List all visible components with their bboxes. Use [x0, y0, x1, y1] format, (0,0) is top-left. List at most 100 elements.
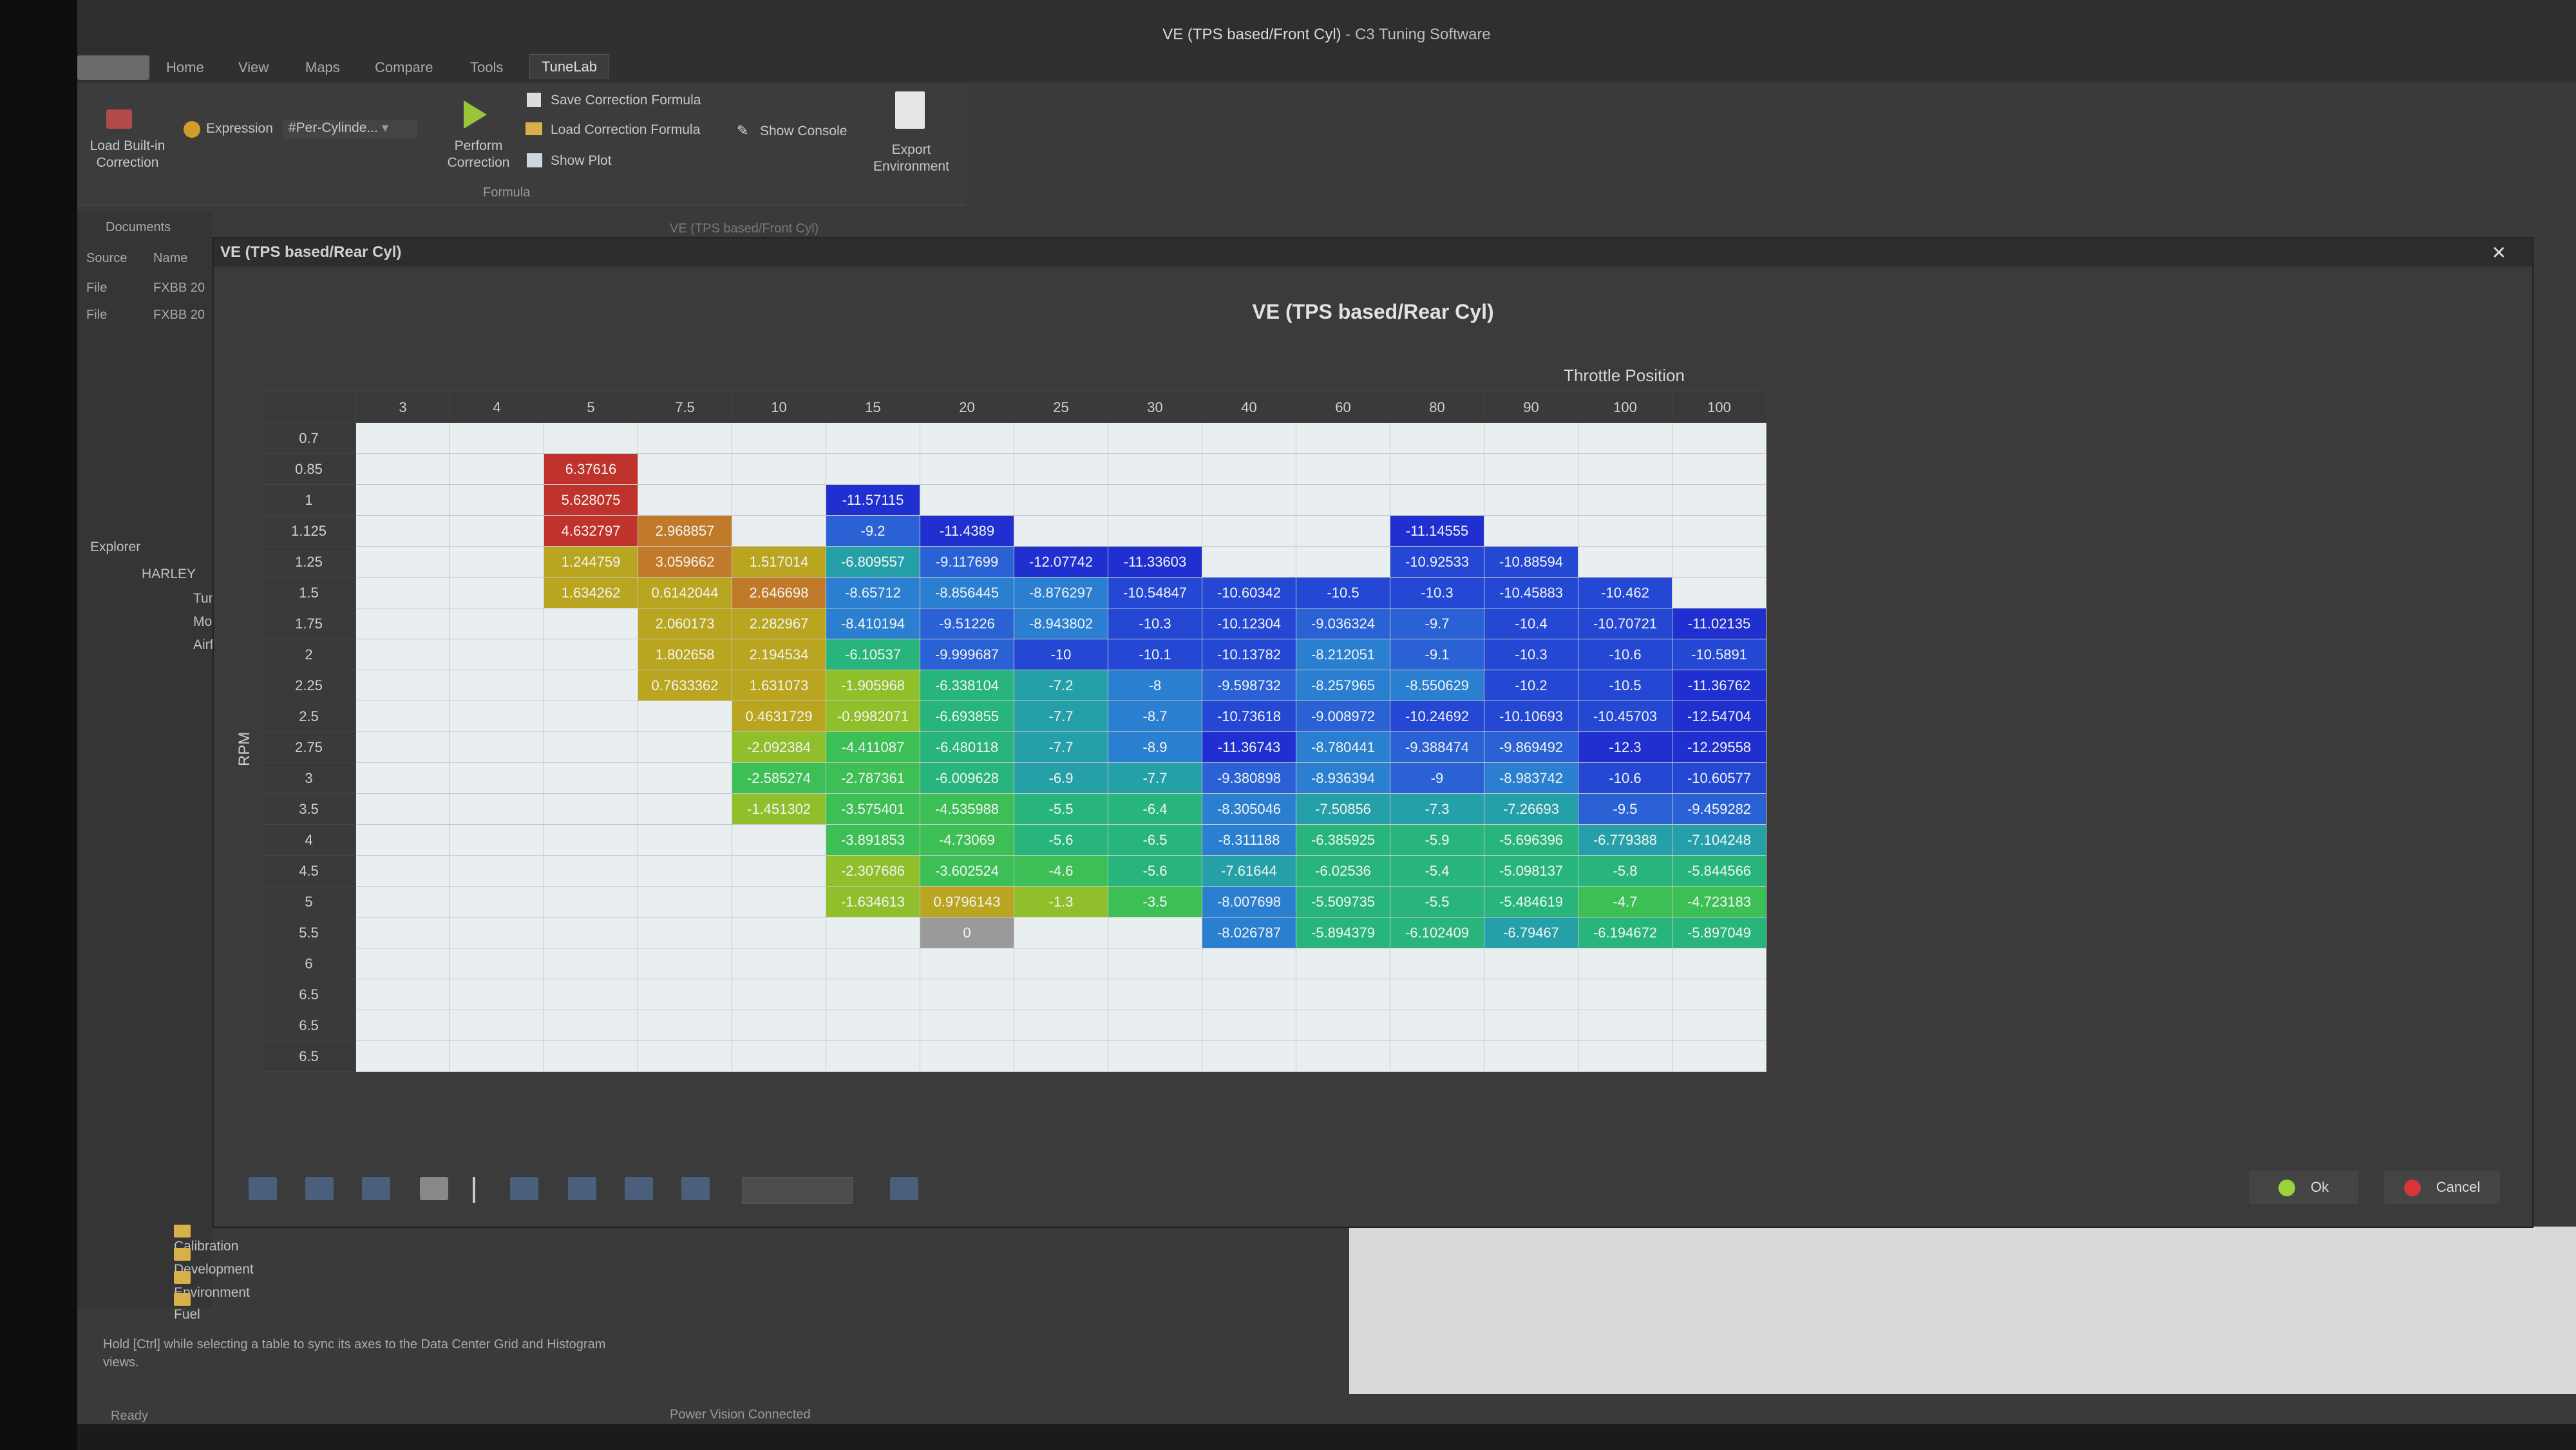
grid-cell[interactable]: -8.983742 — [1484, 762, 1578, 794]
grid-cell[interactable]: -12.3 — [1578, 731, 1672, 763]
grid-cell[interactable]: -4.6 — [1014, 855, 1108, 887]
grid-cell[interactable]: 5.628075 — [544, 484, 638, 516]
perform-correction-button[interactable]: Perform Correction — [430, 138, 527, 171]
grid-cell[interactable]: -6.338104 — [920, 670, 1014, 701]
row-header[interactable]: 0.85 — [261, 453, 356, 485]
grid-cell[interactable] — [1672, 1010, 1766, 1041]
grid-cell[interactable] — [638, 453, 732, 485]
menu-tab-compare[interactable]: Compare — [375, 59, 433, 76]
grid-cell[interactable]: -9.117699 — [920, 546, 1014, 578]
grid-cell[interactable]: -3.602524 — [920, 855, 1014, 887]
grid-cell[interactable]: -8.410194 — [826, 608, 920, 639]
grid-cell[interactable]: -10.54847 — [1108, 577, 1202, 608]
grid-cell[interactable] — [1296, 1040, 1390, 1072]
row-header[interactable]: 1 — [261, 484, 356, 516]
grid-cell[interactable]: 1.631073 — [732, 670, 826, 701]
row-header[interactable]: 6 — [261, 948, 356, 979]
column-header-name[interactable]: Name — [153, 251, 187, 266]
ve-grid[interactable]: 3 4 5 7.5 10 15 20 25 30 40 60 80 90 100 100 0.7 0.85 6.… — [261, 391, 1766, 1072]
grid-cell[interactable]: -6.480118 — [920, 731, 1014, 763]
grid-cell[interactable] — [450, 484, 544, 516]
grid-cell[interactable]: -10.2 — [1484, 670, 1578, 701]
grid-cell[interactable]: -8.212051 — [1296, 639, 1390, 670]
grid-cell[interactable]: -10.60342 — [1202, 577, 1296, 608]
grid-cell[interactable] — [1202, 484, 1296, 516]
grid-cell[interactable]: -10.5 — [1296, 577, 1390, 608]
grid-cell[interactable] — [1296, 948, 1390, 979]
grid-cell[interactable] — [826, 979, 920, 1010]
grid-cell[interactable] — [826, 917, 920, 948]
grid-cell[interactable]: 0 — [920, 917, 1014, 948]
grid-cell[interactable]: -10.70721 — [1578, 608, 1672, 639]
grid-cell[interactable] — [732, 484, 826, 516]
grid-cell[interactable] — [638, 917, 732, 948]
grid-cell[interactable] — [732, 948, 826, 979]
grid-cell[interactable]: -1.905968 — [826, 670, 920, 701]
save-correction-formula-button[interactable]: Save Correction Formula — [551, 93, 701, 108]
grid-cell[interactable]: -9.598732 — [1202, 670, 1296, 701]
row-header[interactable]: 1.5 — [261, 577, 356, 608]
menu-tab-maps[interactable]: Maps — [305, 59, 340, 76]
column-header[interactable]: 80 — [1390, 391, 1484, 423]
grid-cell[interactable] — [1484, 453, 1578, 485]
grid-cell[interactable]: -11.57115 — [826, 484, 920, 516]
grid-cell[interactable] — [638, 731, 732, 763]
grid-cell[interactable]: -6.9 — [1014, 762, 1108, 794]
grid-cell[interactable]: -8.257965 — [1296, 670, 1390, 701]
multiply-icon[interactable] — [625, 1177, 653, 1200]
row-header[interactable]: 2.25 — [261, 670, 356, 701]
grid-cell[interactable]: -6.102409 — [1390, 917, 1484, 948]
grid-cell[interactable] — [1108, 453, 1202, 485]
grid-cell[interactable]: -7.2 — [1014, 670, 1108, 701]
grid-cell[interactable]: -11.36743 — [1202, 731, 1296, 763]
grid-cell[interactable]: -10.3 — [1108, 608, 1202, 639]
grid-cell[interactable] — [638, 886, 732, 918]
row-header[interactable]: 4.5 — [261, 855, 356, 887]
grid-cell[interactable]: -8.007698 — [1202, 886, 1296, 918]
application-menu-button[interactable] — [77, 55, 149, 80]
paste-icon[interactable] — [362, 1177, 390, 1200]
column-header[interactable]: 4 — [450, 391, 544, 423]
grid-cell[interactable] — [1108, 484, 1202, 516]
grid-cell[interactable] — [826, 1040, 920, 1072]
grid-cell[interactable] — [355, 731, 450, 763]
grid-cell[interactable] — [1390, 979, 1484, 1010]
grid-cell[interactable] — [1202, 453, 1296, 485]
grid-cell[interactable]: -3.891853 — [826, 824, 920, 856]
grid-cell[interactable] — [732, 917, 826, 948]
grid-cell[interactable] — [355, 670, 450, 701]
column-header[interactable]: 90 — [1484, 391, 1578, 423]
grid-cell[interactable] — [1014, 917, 1108, 948]
grid-cell[interactable] — [450, 515, 544, 547]
row-header[interactable]: 6.5 — [261, 979, 356, 1010]
grid-cell[interactable]: -11.36762 — [1672, 670, 1766, 701]
minimize-icon[interactable] — [249, 1177, 277, 1200]
grid-cell[interactable] — [544, 855, 638, 887]
grid-cell[interactable]: -10.1 — [1108, 639, 1202, 670]
grid-cell[interactable] — [732, 886, 826, 918]
row-header[interactable]: 1.75 — [261, 608, 356, 639]
grid-cell[interactable] — [450, 639, 544, 670]
grid-cell[interactable]: -10.13782 — [1202, 639, 1296, 670]
grid-cell[interactable] — [1202, 422, 1296, 454]
grid-cell[interactable] — [638, 701, 732, 732]
column-header[interactable]: 100 — [1672, 391, 1766, 423]
grid-cell[interactable] — [544, 1010, 638, 1041]
grid-cell[interactable]: 0.7633362 — [638, 670, 732, 701]
grid-cell[interactable]: -6.10537 — [826, 639, 920, 670]
grid-cell[interactable] — [1108, 1010, 1202, 1041]
divide-icon[interactable] — [681, 1177, 710, 1200]
grid-cell[interactable]: 1.517014 — [732, 546, 826, 578]
grid-cell[interactable]: 6.37616 — [544, 453, 638, 485]
grid-cell[interactable] — [1390, 453, 1484, 485]
grid-cell[interactable] — [826, 1010, 920, 1041]
row-header[interactable]: 1.125 — [261, 515, 356, 547]
grid-cell[interactable] — [1578, 948, 1672, 979]
grid-cell[interactable]: -2.092384 — [732, 731, 826, 763]
row-header[interactable]: 2 — [261, 639, 356, 670]
grid-cell[interactable]: -9.51226 — [920, 608, 1014, 639]
grid-cell[interactable]: -4.7 — [1578, 886, 1672, 918]
menu-tab-view[interactable]: View — [238, 59, 269, 76]
ok-button[interactable]: Ok — [2249, 1171, 2358, 1204]
grid-cell[interactable] — [732, 979, 826, 1010]
